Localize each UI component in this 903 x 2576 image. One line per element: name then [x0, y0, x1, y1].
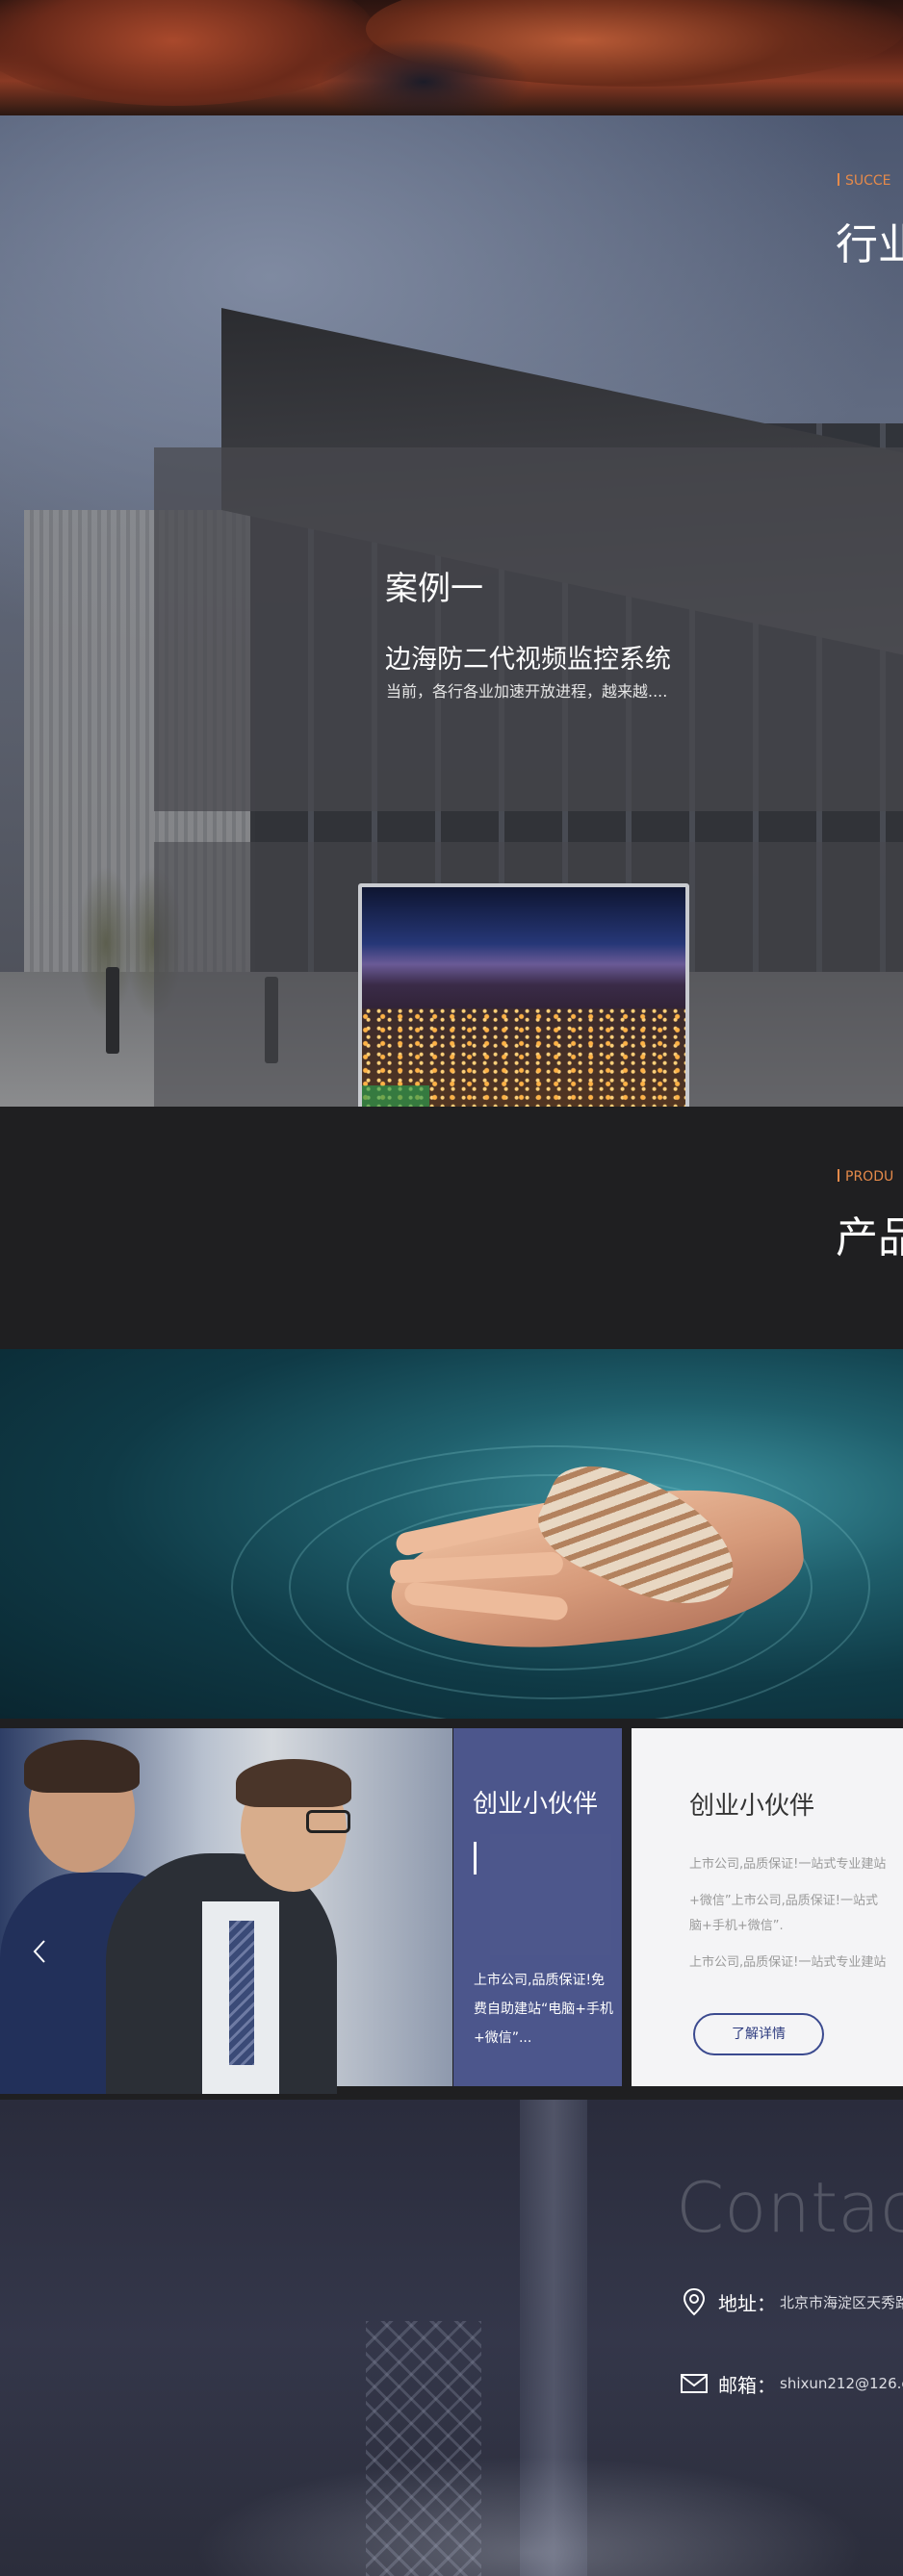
learn-more-button[interactable]: 了解详情	[693, 2013, 824, 2055]
person-glasses	[306, 1810, 350, 1833]
card-text-line: 上市公司,品质保证!一站式专业建站	[689, 1955, 887, 1970]
address-label: 地址：	[718, 2291, 776, 2315]
location-pin-icon	[680, 2287, 709, 2316]
tv-image	[358, 883, 689, 1107]
section-title: 产品	[836, 1213, 903, 1262]
chevron-left-icon[interactable]	[31, 1938, 48, 1972]
section-eyebrow: PRODU	[838, 1169, 893, 1185]
partner-photo	[0, 1728, 452, 2094]
case-card[interactable]	[154, 447, 903, 811]
partner-section: 创业小伙伴 上市公司,品质保证!免费自助建站“电脑+手机+微信”... 创业小伙…	[0, 1719, 903, 2100]
partner-card-blue[interactable]: 创业小伙伴 上市公司,品质保证!免费自助建站“电脑+手机+微信”...	[453, 1728, 622, 2086]
contact-heading: Contact	[676, 2167, 903, 2248]
case-subtitle[interactable]: 边海防二代视频监控系统	[385, 638, 671, 676]
section-title: 行业	[836, 220, 903, 269]
card-text-line: +微信”上市公司,品质保证!一站式	[689, 1894, 878, 1908]
card-title: 创业小伙伴	[473, 1790, 599, 1819]
contact-email: 邮箱： shixun212@126.com	[680, 2369, 903, 2398]
person-hair	[24, 1740, 140, 1793]
person-hair	[236, 1759, 351, 1807]
address-value: 北京市海淀区天秀路	[780, 2293, 903, 2311]
contact-section: Contact 地址： 北京市海淀区天秀路 邮箱： shixun212@126.…	[0, 2100, 903, 2576]
person-tie	[229, 1921, 254, 2065]
email-label: 邮箱：	[718, 2373, 776, 2397]
case-title[interactable]: 案例一	[385, 562, 483, 609]
contact-address: 地址： 北京市海淀区天秀路	[680, 2287, 903, 2316]
background-smoke	[193, 2456, 866, 2576]
card-text: 上市公司,品质保证!免费自助建站“电脑+手机+微信”...	[474, 1973, 613, 2046]
hero-image-shape	[318, 38, 529, 115]
hero-banner-strip	[0, 0, 903, 115]
card-text-line: 上市公司,品质保证!一站式专业建站	[689, 1857, 887, 1872]
card-divider	[474, 1842, 477, 1875]
card-title: 创业小伙伴	[689, 1792, 815, 1821]
section-eyebrow: SUCCE	[838, 173, 891, 189]
background-post	[106, 967, 119, 1054]
products-section: PRODU 产品	[0, 1107, 903, 1349]
water-banner	[0, 1349, 903, 1719]
cases-section: SUCCE 行业 案例一 边海防二代视频监控系统 当前，各行各业加速开放进程，越…	[0, 115, 903, 1107]
partner-card-white[interactable]: 创业小伙伴 上市公司,品质保证!一站式专业建站 +微信”上市公司,品质保证!一站…	[632, 1728, 903, 2086]
card-text-line: 脑+手机+微信”.	[689, 1919, 784, 1933]
city-green-area	[362, 1085, 429, 1107]
email-value[interactable]: shixun212@126.com	[780, 2375, 903, 2392]
case-description: 当前，各行各业加速开放进程，越来越....	[386, 682, 668, 701]
mail-icon	[680, 2369, 709, 2398]
